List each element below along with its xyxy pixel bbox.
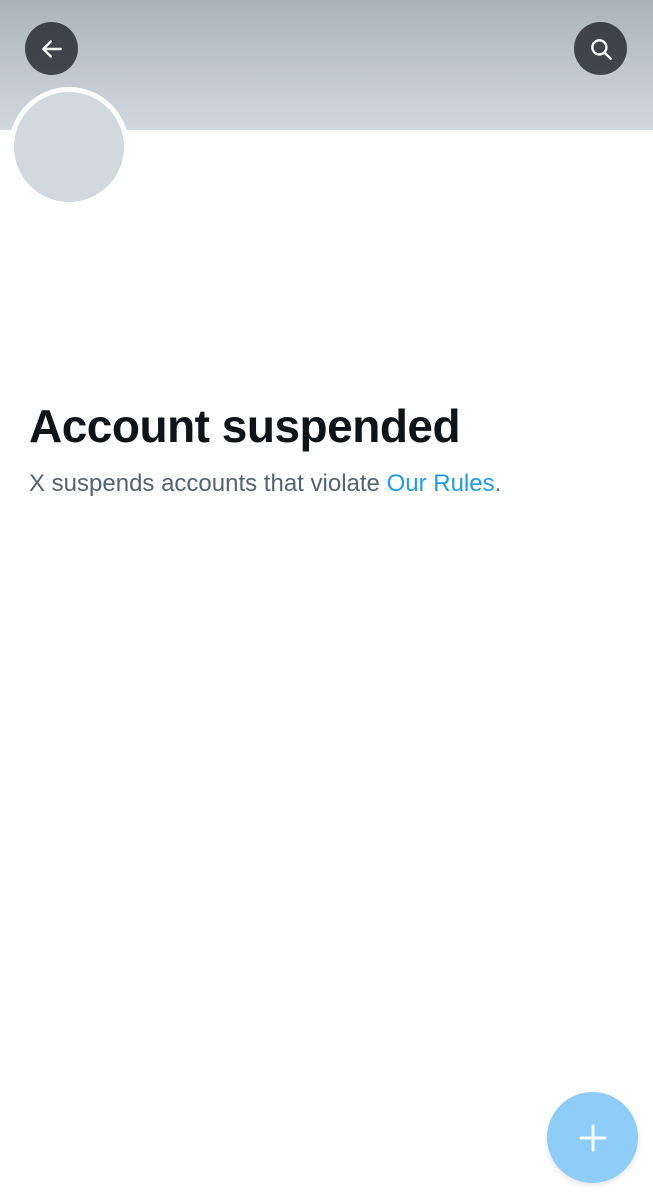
search-icon — [588, 36, 614, 62]
suspension-description: X suspends accounts that violate Our Rul… — [29, 468, 501, 500]
our-rules-link[interactable]: Our Rules — [387, 470, 495, 497]
suspension-description-text: X suspends accounts that violate — [29, 470, 387, 497]
compose-button[interactable] — [547, 1092, 638, 1183]
avatar[interactable] — [14, 92, 124, 202]
suspension-description-period: . — [494, 470, 502, 497]
plus-icon — [577, 1122, 609, 1154]
suspension-title: Account suspended — [29, 400, 461, 452]
back-button[interactable] — [25, 22, 78, 75]
search-button[interactable] — [574, 22, 627, 75]
arrow-left-icon — [39, 36, 65, 62]
avatar-frame — [9, 87, 129, 207]
